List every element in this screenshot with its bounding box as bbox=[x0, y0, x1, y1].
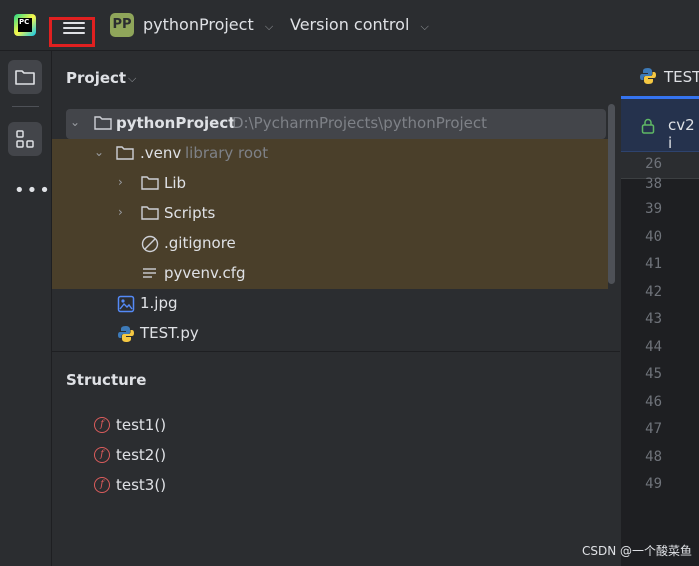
lock-icon bbox=[641, 118, 655, 134]
project-switcher[interactable]: pythonProject ⌵ bbox=[143, 15, 273, 34]
chevron-down-icon: ⌵ bbox=[420, 20, 429, 33]
tree-row-pyvenv[interactable]: pyvenv.cfg bbox=[52, 259, 608, 289]
line-number: 48 bbox=[645, 449, 662, 465]
line-number: 49 bbox=[645, 476, 662, 492]
library-root-hint: library root bbox=[185, 144, 269, 162]
scripts-label: Scripts bbox=[164, 204, 216, 222]
chevron-down-icon[interactable]: ⌵ bbox=[128, 72, 136, 86]
tree-row-jpg[interactable]: 1.jpg bbox=[52, 289, 608, 319]
testpy-label: TEST.py bbox=[140, 324, 199, 342]
python-file-icon bbox=[118, 326, 134, 342]
project-name-label: pythonProject bbox=[143, 15, 254, 34]
folder-icon bbox=[141, 176, 159, 190]
lib-label: Lib bbox=[164, 174, 187, 192]
gitignore-icon bbox=[141, 235, 159, 253]
editor-tab-label[interactable]: TEST bbox=[664, 68, 699, 86]
line-number: 42 bbox=[645, 284, 662, 300]
line-number: 39 bbox=[645, 201, 662, 217]
gitignore-label: .gitignore bbox=[164, 234, 236, 252]
vcs-menu[interactable]: Version control ⌵ bbox=[290, 15, 429, 34]
divider bbox=[12, 106, 39, 107]
venv-label: .venv bbox=[140, 144, 182, 162]
tree-row-root[interactable]: ⌄ pythonProject D:\PycharmProjects\pytho… bbox=[66, 109, 606, 139]
pycharm-logo-icon[interactable]: PC bbox=[14, 14, 36, 36]
annotation-highlight-box bbox=[49, 17, 95, 47]
project-panel-title[interactable]: Project bbox=[66, 69, 126, 87]
watermark: CSDN @一个酸菜鱼 bbox=[582, 544, 693, 558]
tree-row-venv[interactable]: ⌄ .venv library root bbox=[52, 139, 608, 169]
chevron-right-icon[interactable]: › bbox=[118, 205, 123, 219]
line-number: 46 bbox=[645, 394, 662, 410]
folder-icon bbox=[94, 116, 112, 130]
line-number: 41 bbox=[645, 256, 662, 272]
function-label: test1() bbox=[116, 416, 167, 434]
chevron-down-icon[interactable]: ⌄ bbox=[94, 145, 104, 159]
folder-icon bbox=[141, 206, 159, 220]
divider bbox=[52, 351, 620, 352]
line-number: 45 bbox=[645, 366, 662, 382]
structure-icon bbox=[16, 130, 34, 148]
image-file-icon bbox=[117, 295, 135, 313]
folder-icon bbox=[116, 146, 134, 160]
more-icon[interactable]: ••• bbox=[14, 180, 52, 201]
structure-panel-title: Structure bbox=[66, 371, 147, 389]
pyvenv-label: pyvenv.cfg bbox=[164, 264, 246, 282]
function-label: test2() bbox=[116, 446, 167, 464]
project-tool-button[interactable] bbox=[8, 60, 42, 94]
tree-row-gitignore[interactable]: .gitignore bbox=[52, 229, 608, 259]
chevron-down-icon: ⌵ bbox=[264, 20, 274, 33]
folder-icon bbox=[15, 70, 35, 85]
python-file-icon bbox=[640, 68, 656, 84]
structure-tool-button[interactable] bbox=[8, 122, 42, 156]
scrollbar[interactable] bbox=[608, 104, 615, 284]
notification-text: cv2 i bbox=[668, 116, 695, 152]
root-path-label: D:\PycharmProjects\pythonProject bbox=[232, 114, 488, 132]
function-icon: f bbox=[94, 447, 110, 463]
chevron-right-icon[interactable]: › bbox=[118, 175, 123, 189]
line-number: 44 bbox=[645, 339, 662, 355]
chevron-down-icon[interactable]: ⌄ bbox=[70, 115, 80, 129]
text-file-icon bbox=[143, 268, 156, 278]
tree-row-lib[interactable]: › Lib bbox=[52, 169, 608, 199]
line-number: 43 bbox=[645, 311, 662, 327]
line-number: 38 bbox=[645, 176, 662, 190]
function-icon: f bbox=[94, 477, 110, 493]
function-icon: f bbox=[94, 417, 110, 433]
function-label: test3() bbox=[116, 476, 167, 494]
line-number: 47 bbox=[645, 421, 662, 437]
logo-text: PC bbox=[18, 18, 32, 32]
project-avatar[interactable]: PP bbox=[110, 13, 134, 37]
line-number: 40 bbox=[645, 229, 662, 245]
tree-row-scripts[interactable]: › Scripts bbox=[52, 199, 608, 229]
vcs-label: Version control bbox=[290, 15, 410, 34]
tree-row-testpy[interactable]: TEST.py bbox=[52, 319, 608, 349]
jpg-label: 1.jpg bbox=[140, 294, 178, 312]
root-folder-label: pythonProject bbox=[116, 114, 236, 132]
line-number: 26 bbox=[645, 156, 662, 172]
